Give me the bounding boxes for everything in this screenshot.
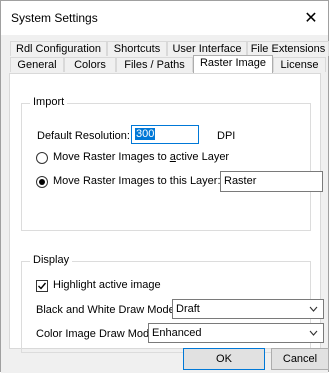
tab-raster-image[interactable]: Raster Image — [193, 55, 273, 73]
import-legend: Import — [30, 96, 68, 108]
tab-user-interface[interactable]: User Interface — [167, 41, 247, 56]
highlight-active-image-checkbox[interactable] — [36, 280, 48, 292]
tab-file-extensions[interactable]: File Extensions — [247, 41, 329, 56]
cancel-button[interactable]: Cancel — [271, 348, 329, 370]
bw-draw-mode-select[interactable]: Draft — [172, 299, 324, 319]
radio-move-to-this-layer[interactable] — [36, 176, 48, 188]
default-resolution-label: Default Resolution: — [37, 130, 130, 142]
move-to-active-layer-label[interactable]: Move Raster Images to active Layer — [53, 151, 229, 163]
tab-files-paths[interactable]: Files / Paths — [116, 57, 193, 72]
dialog-title: System Settings — [11, 11, 98, 25]
display-group: Display Highlight active image Black and… — [21, 254, 324, 353]
ok-button[interactable]: OK — [183, 348, 265, 370]
display-legend: Display — [30, 254, 73, 266]
resolution-value: 300 — [135, 128, 156, 140]
highlight-active-image-label[interactable]: Highlight active image — [53, 279, 161, 291]
tab-shortcuts[interactable]: Shortcuts — [107, 41, 167, 56]
color-draw-mode-value: Enhanced — [152, 327, 202, 339]
title-bar: System Settings ✕ — [1, 1, 328, 35]
chevron-down-icon — [309, 306, 318, 312]
checkmark-icon — [38, 282, 47, 290]
target-layer-input[interactable]: Raster — [220, 171, 323, 192]
close-icon[interactable]: ✕ — [294, 1, 328, 35]
chevron-down-icon — [309, 330, 318, 336]
radio-selected-dot — [39, 179, 45, 185]
import-group: Import Default Resolution: 300 DPI Move … — [21, 96, 323, 231]
dpi-unit-label: DPI — [217, 130, 236, 142]
bw-draw-mode-value: Draft — [176, 303, 200, 315]
tab-general[interactable]: General — [10, 57, 64, 72]
raster-image-panel: Import Default Resolution: 300 DPI Move … — [9, 73, 324, 353]
dialog-client: Rdl Configuration Shortcuts User Interfa… — [1, 35, 330, 373]
tab-rdl-configuration[interactable]: Rdl Configuration — [10, 41, 107, 56]
tab-row-2: General Colors Files / Paths Raster Imag… — [1, 55, 330, 73]
tab-row-1: Rdl Configuration Shortcuts User Interfa… — [1, 41, 330, 57]
move-to-this-layer-label[interactable]: Move Raster Images to this Layer: — [53, 175, 221, 187]
color-draw-mode-select[interactable]: Enhanced — [148, 323, 324, 343]
bw-draw-mode-label: Black and White Draw Mode — [36, 304, 175, 316]
radio-move-to-active-layer[interactable] — [36, 152, 48, 164]
color-draw-mode-label: Color Image Draw Mode — [36, 328, 156, 340]
system-settings-dialog: System Settings ✕ Rdl Configuration Shor… — [0, 0, 330, 373]
tab-colors[interactable]: Colors — [64, 57, 116, 72]
tab-license[interactable]: License — [273, 57, 326, 72]
default-resolution-input[interactable]: 300 — [131, 125, 199, 144]
